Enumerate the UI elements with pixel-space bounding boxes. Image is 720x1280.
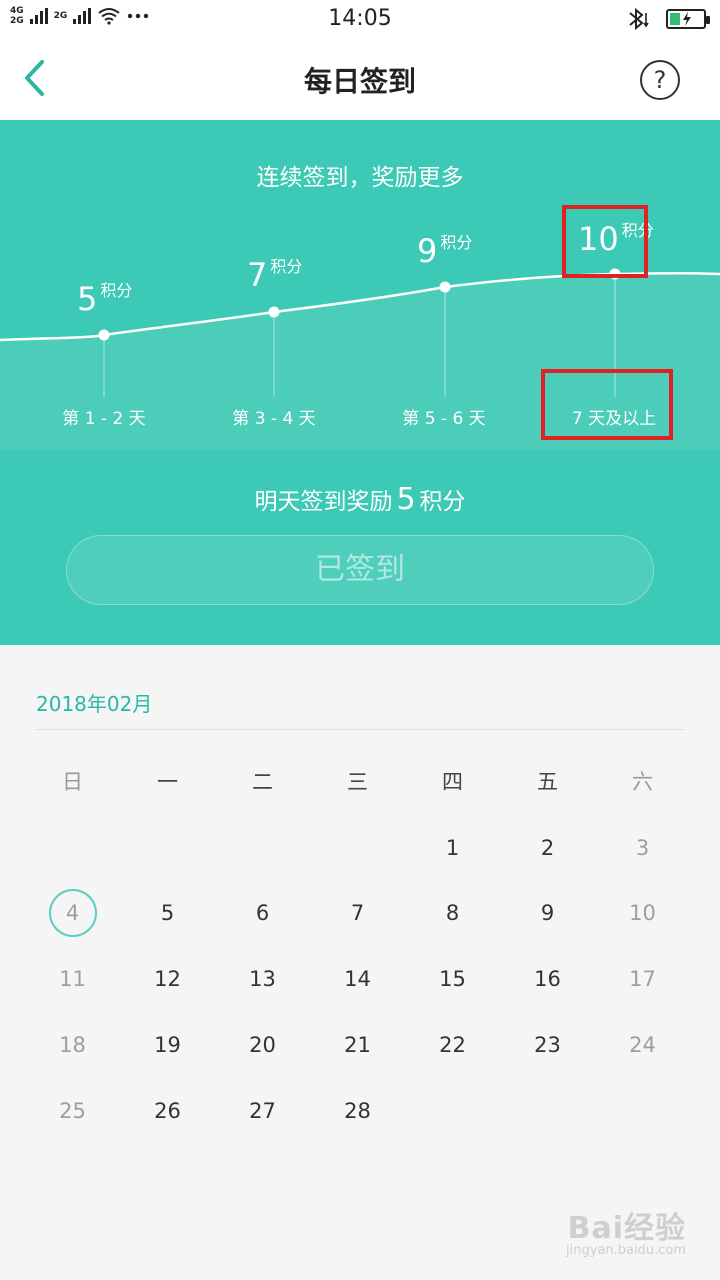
calendar-day[interactable]: 21: [310, 1029, 405, 1061]
calendar-day[interactable]: 28: [310, 1095, 405, 1127]
reward-suffix: 积分: [419, 489, 466, 515]
day-range-label: 第 3 - 4 天: [232, 409, 316, 429]
reward-unit: 积分: [100, 281, 133, 300]
reward-amount: 5: [396, 482, 416, 517]
weekday-label: 一: [157, 770, 178, 794]
calendar-day[interactable]: 26: [120, 1095, 215, 1127]
reward-unit: 积分: [270, 257, 303, 276]
status-bar: 4G 2G 2G 14:05: [0, 0, 720, 38]
calendar-day[interactable]: 23: [500, 1029, 595, 1061]
weekday-label: 日: [62, 770, 83, 794]
calendar-day[interactable]: 12: [120, 963, 215, 995]
calendar-day[interactable]: 8: [405, 897, 500, 929]
calendar-week: 11 12 13 14 15 16 17: [25, 963, 690, 995]
calendar-day[interactable]: 27: [215, 1095, 310, 1127]
calendar-day[interactable]: 19: [120, 1029, 215, 1061]
calendar-day[interactable]: 16: [500, 963, 595, 995]
bluetooth-icon: [629, 7, 649, 31]
calendar-week: 4 5 6 7 8 9 10: [25, 889, 690, 937]
reward-point: 5 积分: [77, 280, 132, 318]
calendar-day: [405, 1095, 500, 1127]
calendar-day[interactable]: 10: [595, 897, 690, 929]
calendar-day: [120, 832, 215, 864]
day-range-label: 第 1 - 2 天: [62, 409, 146, 429]
calendar-day: [25, 832, 120, 864]
reward-prefix: 明天签到奖励: [254, 489, 393, 515]
calendar-day[interactable]: 1: [405, 832, 500, 864]
curve-dot: [268, 306, 280, 318]
calendar-week: 1 2 3: [25, 832, 690, 864]
signed-in-button[interactable]: 已签到: [66, 535, 654, 605]
calendar-day[interactable]: 18: [25, 1029, 120, 1061]
calendar-day[interactable]: 24: [595, 1029, 690, 1061]
reward-point: 7 积分: [247, 256, 302, 294]
calendar-day: [500, 1095, 595, 1127]
today-label: 4: [65, 901, 80, 925]
watermark: Bai经验 jingyan.baidu.com: [566, 1203, 686, 1258]
calendar-day[interactable]: 5: [120, 897, 215, 929]
divider: [36, 729, 684, 730]
calendar-week: 18 19 20 21 22 23 24: [25, 1029, 690, 1061]
weekday-label: 三: [347, 770, 368, 794]
reward-value: 9: [417, 232, 438, 270]
calendar-day[interactable]: 25: [25, 1095, 120, 1127]
weekday-label: 二: [252, 770, 273, 794]
calendar-day[interactable]: 3: [595, 832, 690, 864]
clock: 14:05: [328, 6, 392, 31]
watermark-logo: Bai经验: [567, 1211, 686, 1246]
reward-value: 5: [77, 280, 98, 318]
highlight-box: [562, 205, 648, 278]
calendar-day[interactable]: 20: [215, 1029, 310, 1061]
weekday-header: 日 一 二 三 四 五 六: [25, 766, 690, 798]
reward-point: 9 积分: [417, 232, 472, 270]
calendar-month: 2018年02月: [36, 692, 153, 716]
status-right: [626, 7, 710, 31]
page-title: 每日签到: [303, 65, 416, 98]
tomorrow-reward: 明天签到奖励 5 积分: [0, 482, 720, 517]
calendar-day[interactable]: 2: [500, 832, 595, 864]
calendar-week: 25 26 27 28: [25, 1095, 690, 1127]
day-range-label: 第 5 - 6 天: [402, 409, 486, 429]
calendar-day[interactable]: 14: [310, 963, 405, 995]
calendar-day[interactable]: 22: [405, 1029, 500, 1061]
help-icon: ?: [653, 66, 667, 94]
watermark-url: jingyan.baidu.com: [566, 1243, 686, 1258]
weekday-label: 四: [442, 770, 463, 794]
calendar-day: [595, 1095, 690, 1127]
help-button[interactable]: ?: [640, 60, 680, 100]
calendar-day: [215, 832, 310, 864]
calendar-day[interactable]: 11: [25, 963, 120, 995]
battery-icon: [666, 9, 710, 29]
calendar-day[interactable]: 13: [215, 963, 310, 995]
calendar-day[interactable]: 7: [310, 897, 405, 929]
calendar-day[interactable]: 17: [595, 963, 690, 995]
app-header: 每日签到 ?: [0, 38, 720, 120]
calendar-day: [310, 832, 405, 864]
weekday-label: 五: [537, 770, 558, 794]
checkin-hero: 连续签到，奖励更多 5 积分 7 积分 9 积分 10 积分 第 1 - 2 天 第 3…: [0, 120, 720, 645]
reward-value: 7: [247, 256, 268, 294]
curve-dot: [98, 329, 110, 341]
calendar-day[interactable]: 6: [215, 897, 310, 929]
calendar-day[interactable]: 9: [500, 897, 595, 929]
weekday-label: 六: [632, 770, 653, 794]
calendar-day-today[interactable]: 4: [25, 889, 120, 937]
calendar-day[interactable]: 15: [405, 963, 500, 995]
curve-dot: [439, 281, 451, 293]
reward-unit: 积分: [440, 233, 473, 252]
highlight-box: [541, 369, 673, 440]
